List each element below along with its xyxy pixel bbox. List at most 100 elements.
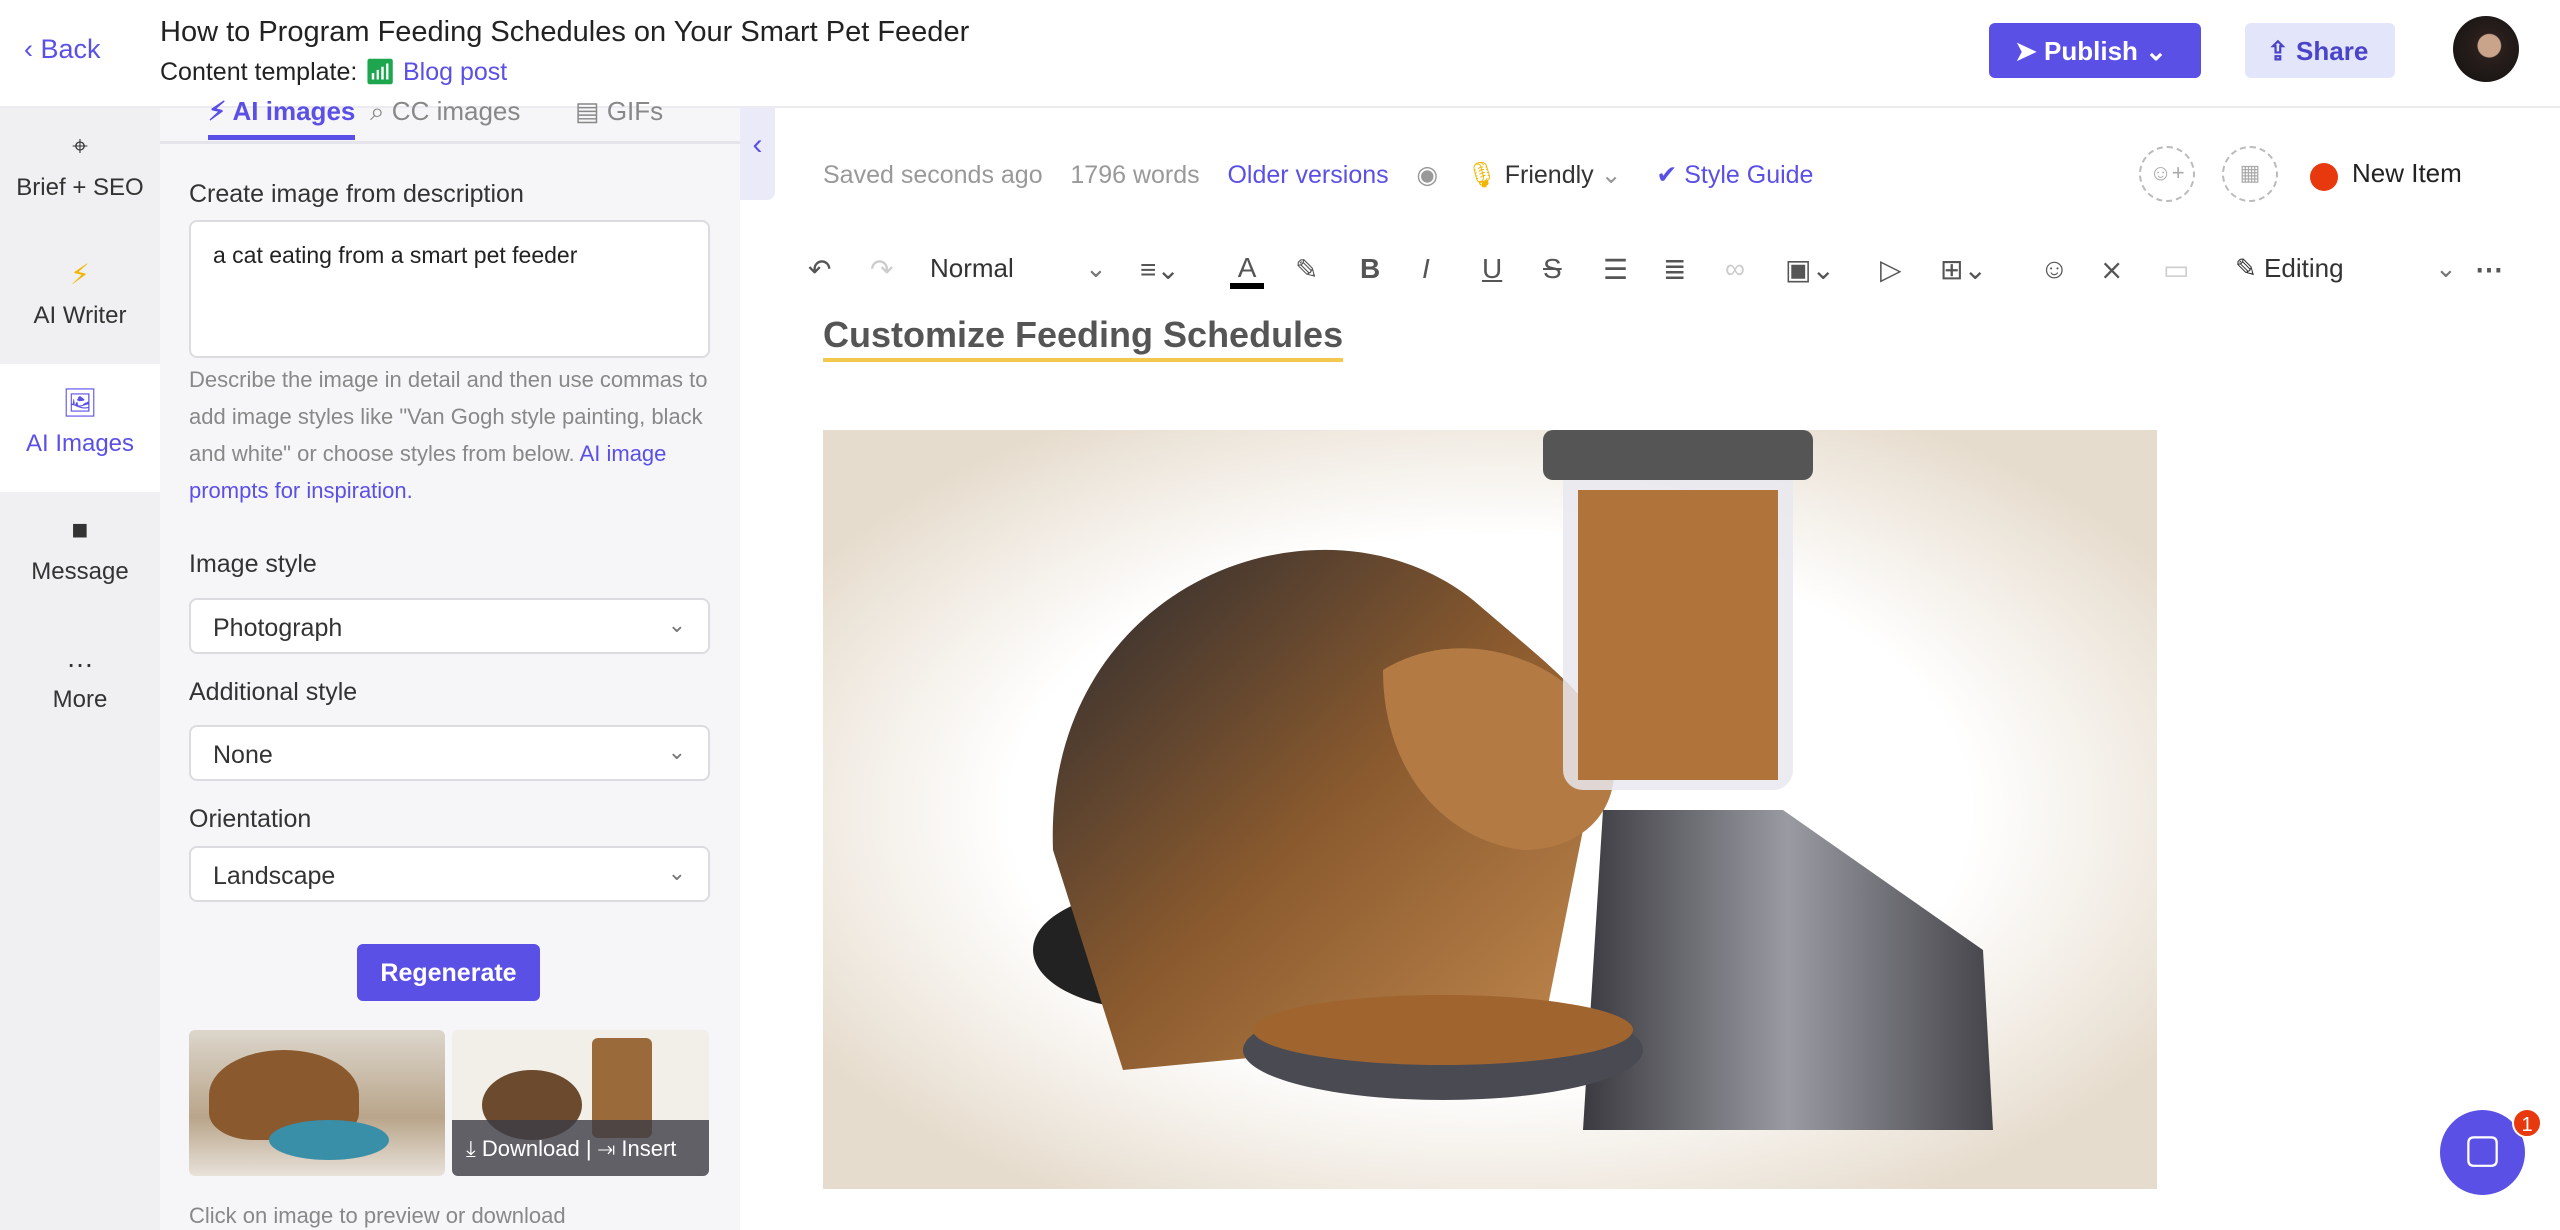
image-style-label: Image style <box>189 550 317 578</box>
additional-style-select[interactable]: None ⌄ <box>189 725 710 781</box>
search-icon: ⌕ <box>370 96 385 126</box>
download-button[interactable]: ⤓ Download <box>466 1136 580 1161</box>
calendar-icon[interactable]: ▦ <box>2222 146 2278 202</box>
video-icon[interactable]: ▷ <box>1880 253 1902 286</box>
article-image[interactable] <box>823 430 2157 1189</box>
insert-button[interactable]: ⇥ Insert <box>598 1136 677 1161</box>
table-icon[interactable]: ⊞⌄ <box>1940 253 1987 286</box>
panel-tabs: ⚡︎ AI images ⌕ CC images ▤ GIFs <box>160 92 740 144</box>
sidebar-item-brief-seo[interactable]: ⌖ Brief + SEO <box>0 108 160 236</box>
format-select[interactable]: Normal ⌄ <box>930 253 1110 284</box>
thumbnail-actions: ⤓ Download | ⇥ Insert <box>452 1120 709 1176</box>
add-user-icon[interactable]: ☺+ <box>2139 146 2195 202</box>
chat-icon: ▢ <box>2463 1127 2502 1171</box>
emoji-icon[interactable]: ☺ <box>2040 253 2069 285</box>
chevron-down-icon: ⌄ <box>2145 36 2167 66</box>
sidebar-item-label: Message <box>31 558 129 585</box>
bowl-food <box>1253 995 1633 1065</box>
select-value: Photograph <box>213 614 343 642</box>
sidebar-item-label: AI Images <box>25 430 135 457</box>
create-label: Create image from description <box>189 180 524 208</box>
content-template: Content template: 📶︎ Blog post <box>160 58 507 87</box>
sidebar-item-ai-images[interactable]: 🖼︎ AI Images <box>0 364 160 492</box>
chevron-left-icon: ‹ <box>752 128 763 161</box>
orientation-select[interactable]: Landscape ⌄ <box>189 846 710 902</box>
clear-format-icon[interactable]: ⨯ <box>2100 253 2123 286</box>
page-title: How to Program Feeding Schedules on Your… <box>160 16 970 48</box>
help-text: Describe the image in detail and then us… <box>189 361 710 509</box>
template-link[interactable]: Blog post <box>403 58 507 86</box>
text-color-icon[interactable]: A <box>1230 253 1265 289</box>
underline-icon[interactable]: U <box>1482 253 1502 285</box>
status-dot <box>2310 163 2338 191</box>
image-style-select[interactable]: Photograph ⌄ <box>189 598 710 654</box>
template-label: Content template: <box>160 58 358 86</box>
link-icon[interactable]: ∞ <box>1725 253 1745 285</box>
saved-status: Saved seconds ago <box>823 161 1043 189</box>
sidebar-item-more[interactable]: … More <box>0 620 160 748</box>
tab-label: CC images <box>391 96 521 126</box>
italic-icon[interactable]: I <box>1422 253 1430 285</box>
insert-label: Insert <box>621 1136 677 1161</box>
chevron-down-icon: ⌄ <box>667 739 686 764</box>
sidebar-nav: ⌖ Brief + SEO ⚡︎ AI Writer 🖼︎ AI Images ■ Me… <box>0 108 160 1230</box>
tab-label: GIFs <box>606 96 664 126</box>
sidebar-item-label: Brief + SEO <box>16 174 144 201</box>
style-guide-label: Style Guide <box>1684 161 1814 189</box>
status-label[interactable]: New Item <box>2352 158 2462 189</box>
mode-value: Editing <box>2264 253 2344 283</box>
collapse-panel-button[interactable]: ‹ <box>740 108 775 200</box>
editor-status-bar: Saved seconds ago 1796 words Older versi… <box>823 160 1813 190</box>
tab-gifs[interactable]: ▤ GIFs <box>575 96 663 127</box>
mode-select[interactable]: ✎ Editing ⌄ <box>2235 253 2480 284</box>
image-icon[interactable]: ▣⌄ <box>1785 253 1835 286</box>
eye-icon[interactable]: ◉ <box>1416 161 1438 189</box>
avatar[interactable] <box>2453 16 2519 82</box>
editor-area: Saved seconds ago 1796 words Older versi… <box>775 108 2560 1230</box>
chevron-down-icon: ⌄ <box>1600 161 1622 189</box>
sidebar-item-ai-writer[interactable]: ⚡︎ AI Writer <box>0 236 160 364</box>
feeder-lid <box>1543 430 1813 480</box>
sidebar-item-label: More <box>52 686 108 713</box>
bullet-list-icon[interactable]: ☰ <box>1603 253 1628 286</box>
generated-image-thumbnail[interactable]: ⤓ Download | ⇥ Insert <box>452 1030 709 1176</box>
word-count: 1796 words <box>1070 161 1200 189</box>
generated-image-thumbnail[interactable] <box>189 1030 445 1176</box>
format-value: Normal <box>930 253 1014 283</box>
undo-icon[interactable]: ↶ <box>808 253 831 286</box>
prompt-textarea[interactable]: a cat eating from a smart pet feeder <box>189 220 710 358</box>
tone-select[interactable]: 🎙︎ Friendly ⌄ <box>1466 161 1622 189</box>
sidebar-item-message[interactable]: ■ Message <box>0 492 160 620</box>
share-label: Share <box>2296 36 2369 66</box>
style-guide-button[interactable]: ✔ Style Guide <box>1656 161 1813 189</box>
chevron-left-icon: ‹ <box>24 34 41 64</box>
back-button[interactable]: ‹ Back <box>24 34 101 65</box>
blog-post-icon: 📶︎ <box>364 58 397 86</box>
tab-ai-images[interactable]: ⚡︎ AI images <box>208 96 356 140</box>
additional-style-label: Additional style <box>189 678 358 706</box>
tab-cc-images[interactable]: ⌕ CC images <box>370 96 520 128</box>
back-label: Back <box>40 34 101 64</box>
ai-images-panel: ⚡︎ AI images ⌕ CC images ▤ GIFs Create i… <box>160 96 740 1230</box>
chevron-down-icon: ⌄ <box>667 860 686 885</box>
comment-icon[interactable]: ▭ <box>2163 253 2189 286</box>
highlight-icon[interactable]: ✎ <box>1295 253 1318 286</box>
pencil-icon: ✎ <box>2235 253 2257 283</box>
regenerate-button[interactable]: Regenerate <box>357 944 540 1001</box>
older-versions-link[interactable]: Older versions <box>1227 161 1388 189</box>
send-icon: ➤ <box>2015 36 2037 66</box>
chevron-down-icon: ⌄ <box>1085 253 1107 283</box>
numbered-list-icon[interactable]: ≣ <box>1663 253 1686 286</box>
strikethrough-icon[interactable]: S <box>1543 253 1562 285</box>
lightning-icon: ⚡︎ <box>208 96 227 126</box>
gif-icon: ▤ <box>575 96 600 126</box>
download-icon: ⤓ <box>466 1136 476 1161</box>
share-button[interactable]: ⇪ Share <box>2245 23 2395 78</box>
align-icon[interactable]: ≡⌄ <box>1140 253 1180 286</box>
redo-icon[interactable]: ↷ <box>870 253 893 286</box>
lightning-icon: ⚡︎ <box>70 259 90 290</box>
image-icon: 🖼︎ <box>62 387 98 418</box>
more-options-icon[interactable]: ⋯ <box>2475 253 2503 286</box>
bold-icon[interactable]: B <box>1360 253 1380 285</box>
publish-button[interactable]: ➤ Publish ⌄ <box>1989 23 2201 78</box>
